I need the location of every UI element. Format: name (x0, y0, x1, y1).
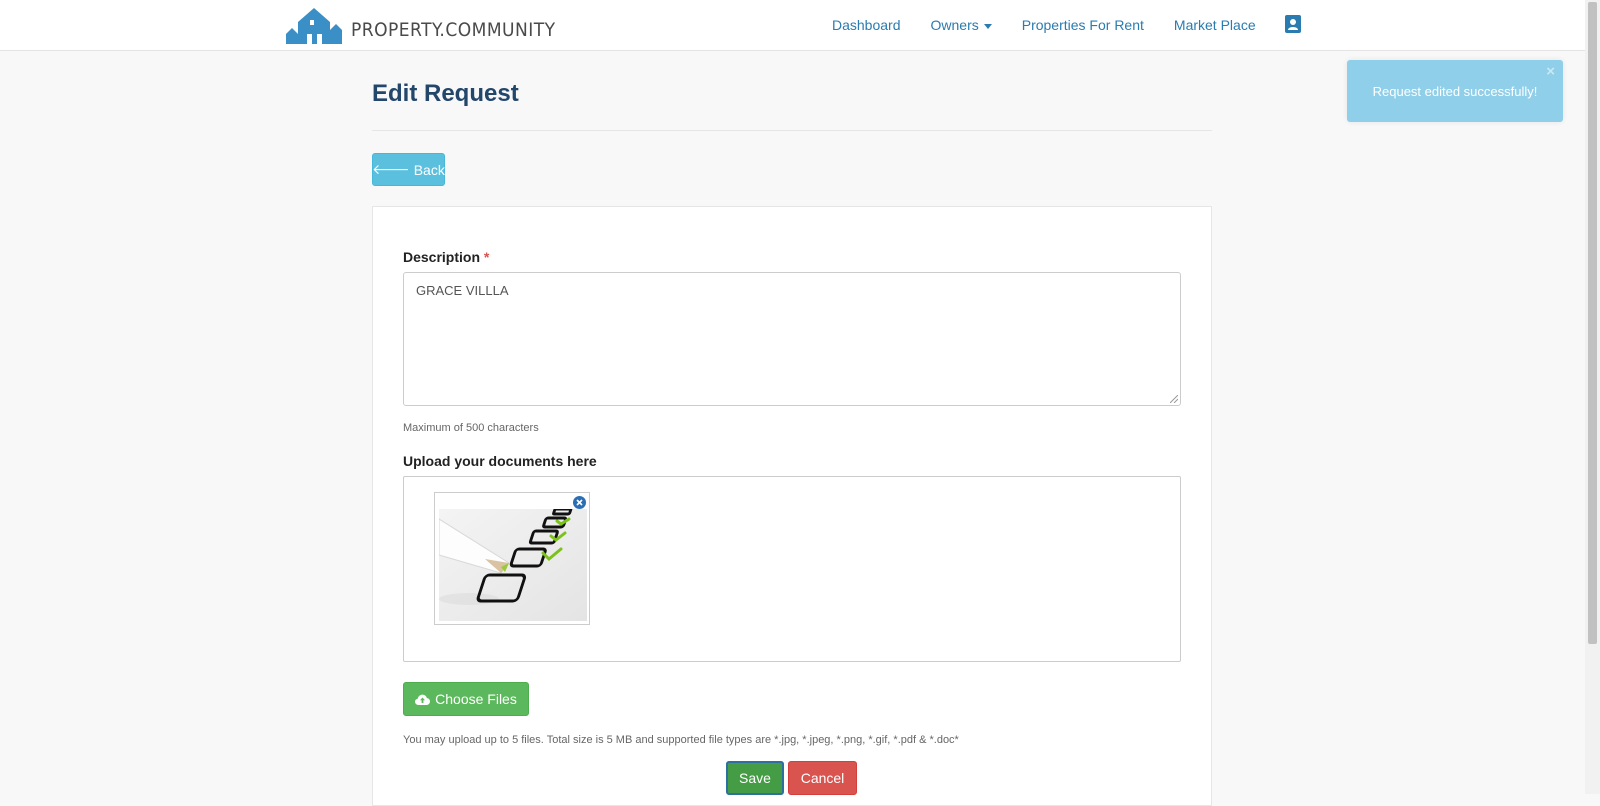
choose-files-button[interactable]: Choose Files (403, 682, 529, 716)
contact-card-icon[interactable] (1285, 15, 1301, 33)
main-nav: Dashboard Owners Properties For Rent Mar… (832, 0, 1286, 50)
close-icon[interactable]: × (1546, 63, 1555, 80)
nav-owners-label: Owners (930, 17, 979, 33)
description-textarea[interactable]: GRACE VILLLA (403, 272, 1181, 406)
scrollbar-thumb[interactable] (1588, 2, 1597, 644)
description-label-text: Description (403, 249, 481, 265)
arrow-left-icon: 🡐 (372, 161, 410, 177)
brand-name: PROPERTY.COMMUNITY (351, 19, 556, 41)
description-value: GRACE VILLLA (416, 283, 509, 298)
back-button[interactable]: 🡐 Back (372, 153, 445, 186)
choose-files-label: Choose Files (435, 691, 517, 707)
toast-message: Request edited successfully! (1372, 83, 1538, 99)
top-navbar: PROPERTY.COMMUNITY Dashboard Owners Prop… (0, 0, 1585, 51)
page-scrollbar[interactable] (1585, 0, 1600, 794)
uploaded-file-thumbnail[interactable] (434, 492, 590, 625)
nav-dashboard[interactable]: Dashboard (832, 17, 901, 33)
upload-label: Upload your documents here (403, 453, 597, 469)
nav-properties-for-rent[interactable]: Properties For Rent (1022, 17, 1144, 33)
save-button[interactable]: Save (726, 761, 784, 795)
nav-market-place[interactable]: Market Place (1174, 17, 1256, 33)
resize-grip-icon[interactable] (1170, 395, 1178, 403)
description-label: Description * (403, 249, 489, 265)
required-marker: * (483, 249, 490, 265)
cancel-button[interactable]: Cancel (788, 761, 857, 795)
cloud-upload-icon (415, 694, 431, 705)
page-title: Edit Request (372, 80, 519, 107)
back-button-label: Back (413, 161, 445, 178)
checklist-image (439, 509, 587, 621)
description-help-text: Maximum of 500 characters (403, 422, 539, 434)
house-logo-icon (286, 8, 342, 44)
success-toast: Request edited successfully! × (1347, 60, 1563, 122)
brand-logo[interactable]: PROPERTY.COMMUNITY (286, 4, 578, 44)
upload-help-text: You may upload up to 5 files. Total size… (403, 734, 959, 746)
caret-down-icon (983, 23, 992, 29)
remove-file-icon[interactable] (573, 496, 586, 509)
nav-owners[interactable]: Owners (931, 17, 992, 33)
title-divider (372, 130, 1212, 131)
